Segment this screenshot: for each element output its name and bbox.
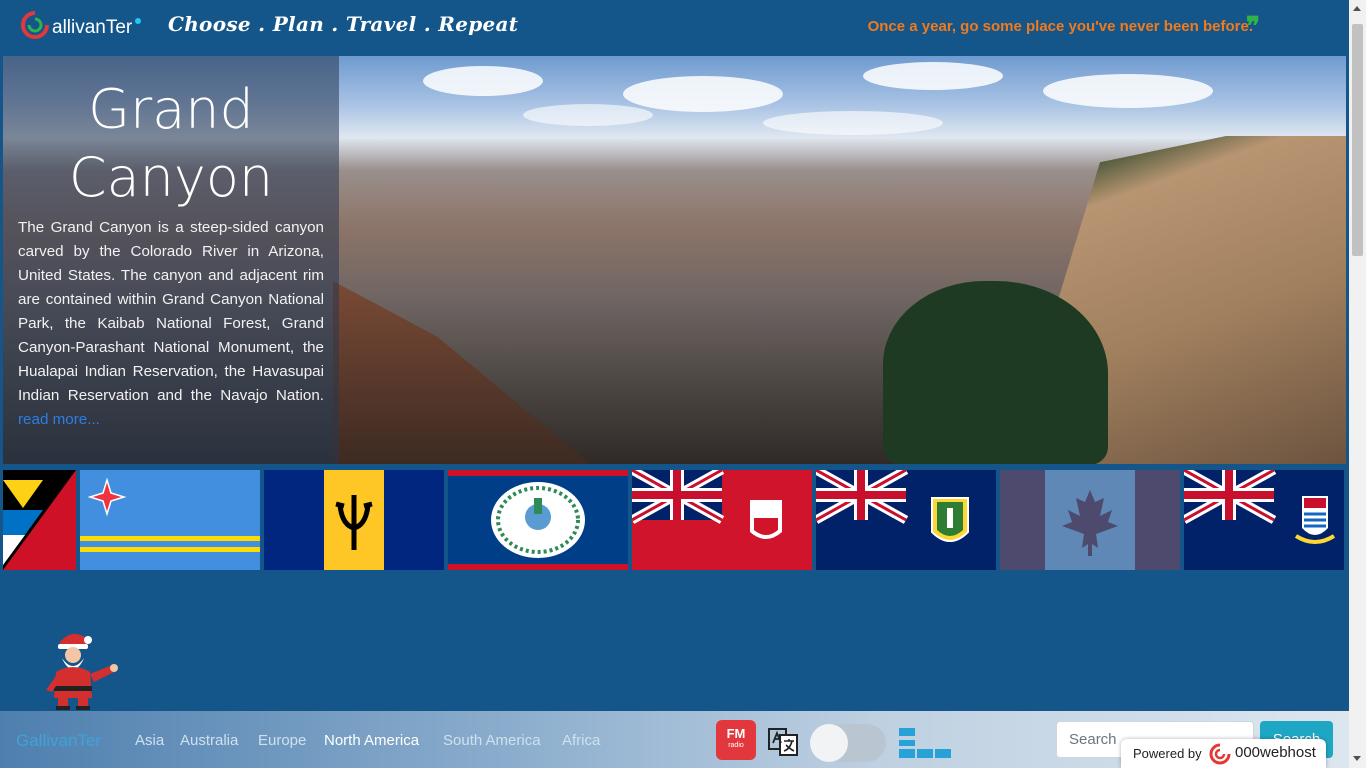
hero-banner: Grand Canyon The Grand Canyon is a steep… <box>3 56 1346 464</box>
powered-by-brand: 000webhost <box>1235 744 1316 761</box>
scroll-up-icon[interactable] <box>1353 6 1361 11</box>
toggle-knob <box>810 724 848 762</box>
flag-barbados[interactable] <box>264 470 444 570</box>
site-logo[interactable]: allivanTer <box>20 10 142 40</box>
canyon-cliff <box>333 281 593 464</box>
pine-tree <box>883 281 1108 464</box>
powered-by-badge[interactable]: Powered by 000webhost <box>1121 739 1326 768</box>
cloud <box>1043 74 1213 108</box>
hero-info-panel: Grand Canyon The Grand Canyon is a steep… <box>3 56 339 464</box>
logo-dot <box>135 18 142 24</box>
page-scrollbar[interactable] <box>1349 0 1366 768</box>
nav-link-europe[interactable]: Europe <box>258 732 306 749</box>
navbar-brand[interactable]: GallivanTer <box>16 731 101 751</box>
quote-mark-icon: ❞ <box>1246 12 1260 42</box>
powered-by-label: Powered by <box>1133 746 1202 761</box>
flag-british-virgin-islands[interactable] <box>816 470 996 570</box>
cloud <box>623 76 783 112</box>
fm-radio-button[interactable]: FM radio <box>716 720 756 760</box>
logo-text: allivanTer <box>52 17 133 38</box>
logo-swirl-icon <box>20 10 50 40</box>
fm-label: FM <box>726 726 746 741</box>
equalizer-icon[interactable] <box>899 728 951 758</box>
santa-icon <box>44 628 120 710</box>
cloud <box>523 104 653 126</box>
flags-carousel[interactable] <box>3 470 1346 570</box>
nav-link-asia[interactable]: Asia <box>135 732 164 749</box>
webhost-logo-icon <box>1209 743 1231 765</box>
nav-link-south-america[interactable]: South America <box>443 732 541 749</box>
slogan: Choose . Plan . Travel . Repeat <box>168 12 519 36</box>
flag-belize[interactable] <box>448 470 628 570</box>
nav-link-australia[interactable]: Australia <box>180 732 238 749</box>
cloud <box>863 62 1003 90</box>
nav-link-north-america[interactable]: North America <box>324 732 419 749</box>
scroll-thumb[interactable] <box>1352 24 1363 256</box>
theme-toggle[interactable] <box>810 724 886 762</box>
hero-title: Grand Canyon <box>68 78 274 209</box>
hero-description: The Grand Canyon is a steep-sided canyon… <box>18 216 324 432</box>
scroll-down-icon[interactable] <box>1353 756 1361 761</box>
cloud <box>423 66 543 96</box>
top-bar: allivanTer Choose . Plan . Travel . Repe… <box>0 0 1349 56</box>
flag-antigua[interactable] <box>3 470 76 570</box>
travel-quote: Once a year, go some place you've never … <box>867 18 1253 35</box>
fm-sub-label: radio <box>728 742 744 749</box>
nav-link-africa[interactable]: Africa <box>562 732 600 749</box>
flag-bermuda[interactable] <box>632 470 812 570</box>
flag-canada[interactable] <box>1000 470 1180 570</box>
cloud <box>763 111 943 135</box>
flag-aruba[interactable] <box>80 470 260 570</box>
flag-cayman-islands[interactable] <box>1184 470 1344 570</box>
hero-description-text: The Grand Canyon is a steep-sided canyon… <box>18 219 324 404</box>
read-more-link[interactable]: read more... <box>18 411 100 428</box>
translate-icon[interactable] <box>768 727 798 757</box>
